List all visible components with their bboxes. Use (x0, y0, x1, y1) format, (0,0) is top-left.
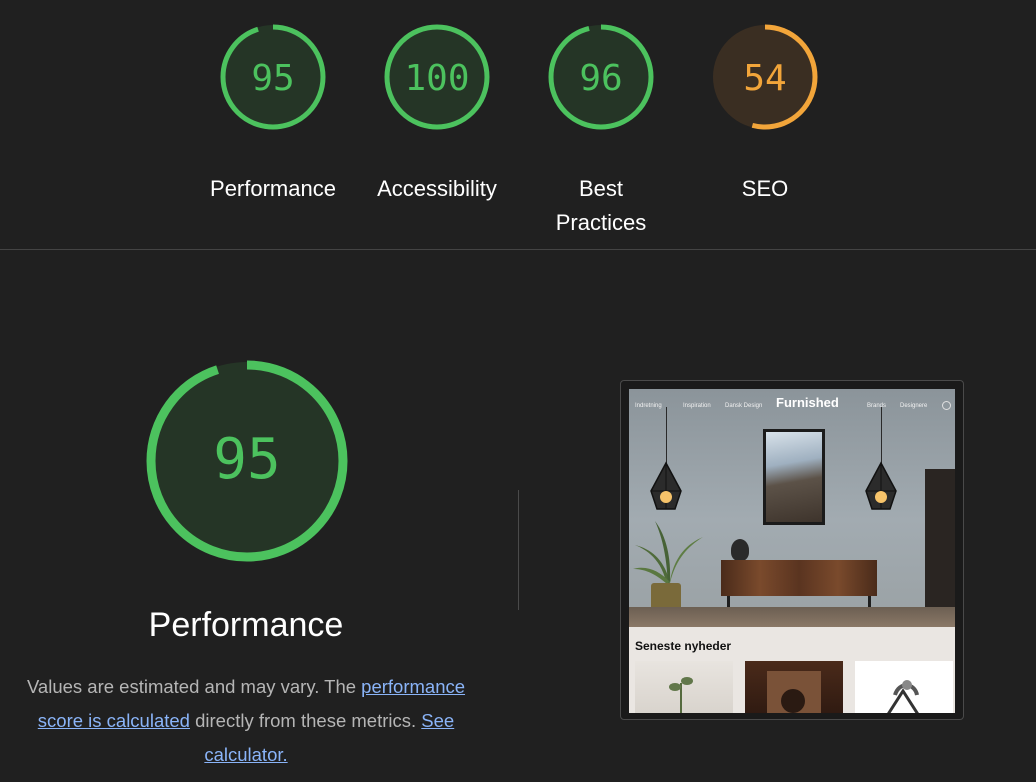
nav-link: Brands (867, 403, 887, 409)
performance-score: 95 (213, 427, 280, 492)
gauge-ring: 96 (548, 24, 654, 130)
gauge-label: Best Practices (555, 176, 647, 235)
description-text: Values are estimated and may vary. The (26, 676, 362, 697)
gauge-ring: 100 (384, 24, 490, 130)
plant-icon (633, 521, 703, 587)
sideboard-shape (721, 560, 877, 596)
gauge-label: Accessibility (377, 176, 497, 201)
nav-link: Dansk Design (725, 403, 763, 409)
performance-gauge-large: 95 (146, 360, 348, 562)
news-card-image (745, 661, 843, 713)
pendant-lamp-icon (650, 461, 682, 510)
gauge-best-practices[interactable]: 96 Best Practices (546, 22, 656, 235)
gauge-ring: 95 (220, 24, 326, 130)
gauge-score: 95 (251, 58, 294, 99)
search-icon (942, 401, 951, 410)
news-card-image (635, 661, 733, 713)
pendant-lamp-icon (865, 461, 897, 510)
final-screenshot: Indretning Inspiration Dansk Design Furn… (629, 389, 955, 713)
gauge-accessibility[interactable]: 100 Accessibility (377, 22, 497, 201)
site-nav: Indretning Inspiration Dansk Design Furn… (629, 389, 955, 421)
description-text: directly from these metrics. (189, 710, 422, 731)
site-logo: Furnished (776, 395, 839, 410)
vertical-divider (518, 490, 519, 610)
gauge-performance[interactable]: 95 Performance (210, 22, 336, 201)
gauge-seo[interactable]: 54 SEO (710, 22, 820, 201)
final-screenshot-frame[interactable]: Indretning Inspiration Dansk Design Furn… (620, 380, 964, 720)
nav-link: Designere (900, 403, 928, 409)
section-divider (0, 249, 1036, 250)
news-card-image (855, 661, 953, 713)
gauge-label: Performance (210, 176, 336, 201)
performance-title: Performance (148, 606, 344, 644)
gauge-score: 54 (743, 58, 786, 99)
lighthouse-report: 95 Performance 100 Accessibility 96 Best… (0, 0, 1036, 782)
gauge-score: 96 (579, 58, 622, 99)
hero-image: Indretning Inspiration Dansk Design Furn… (629, 389, 955, 627)
gauge-score: 100 (404, 58, 469, 99)
floor-shape (629, 607, 955, 627)
news-section-title: Seneste nyheder (635, 639, 732, 653)
vase-shape (731, 539, 749, 561)
performance-description: Values are estimated and may vary. The p… (6, 670, 486, 772)
cabinet-shape (925, 469, 955, 617)
painting-shape (763, 429, 825, 525)
gauge-label: SEO (741, 176, 789, 201)
nav-link: Indretning (635, 403, 662, 409)
gauge-ring: 54 (712, 24, 818, 130)
nav-link: Inspiration (683, 403, 711, 409)
